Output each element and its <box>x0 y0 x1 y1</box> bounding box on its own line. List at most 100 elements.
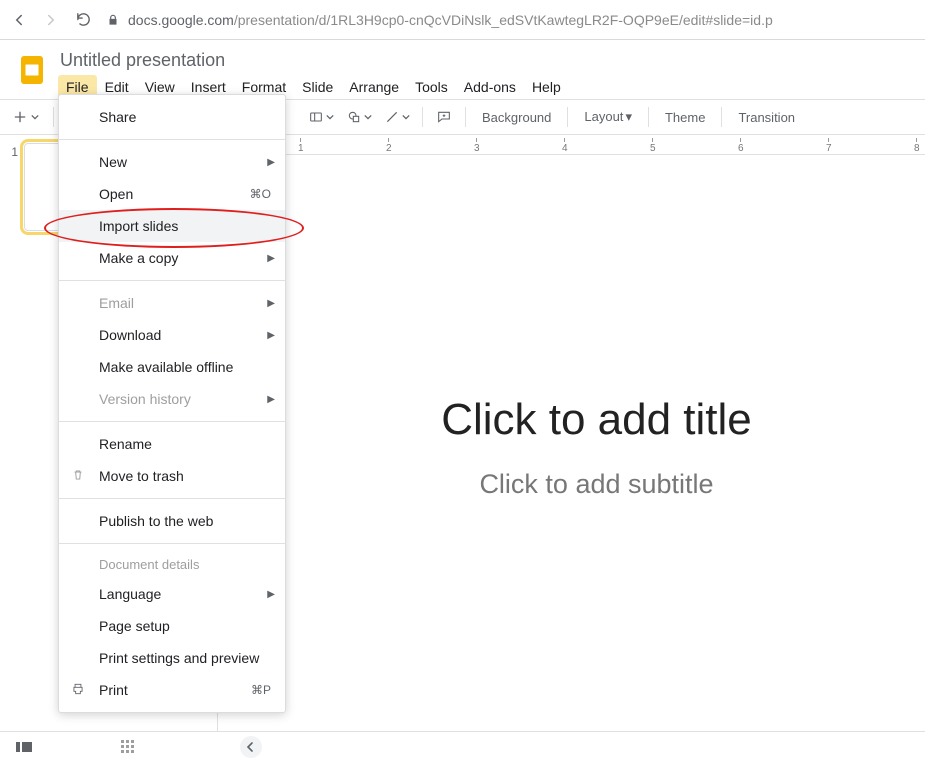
ruler-tick: 4 <box>562 138 568 154</box>
menu-label: Make a copy <box>99 250 178 266</box>
menu-print[interactable]: Print ⌘P <box>59 674 285 706</box>
layout-button[interactable]: Layout▾ <box>576 109 640 125</box>
collapse-panel-button[interactable] <box>240 736 262 758</box>
zoom-fit-button[interactable] <box>304 104 338 130</box>
toolbar-separator <box>721 107 722 127</box>
menu-trash[interactable]: Move to trash <box>59 460 285 492</box>
thumbnail-index: 1 <box>8 143 18 231</box>
comment-button[interactable] <box>431 104 457 130</box>
menu-version-history: Version history ▶ <box>59 383 285 415</box>
menu-addons[interactable]: Add-ons <box>456 75 524 99</box>
menu-label: Version history <box>99 391 191 407</box>
reload-icon[interactable] <box>74 11 92 29</box>
ruler-tick: 8 <box>914 138 920 154</box>
menu-label: Make available offline <box>99 359 233 375</box>
slides-logo-icon[interactable] <box>14 52 50 88</box>
menu-label: Rename <box>99 436 152 452</box>
slide-editor[interactable]: Click to add title Click to add subtitle <box>278 395 915 500</box>
browser-chrome: docs.google.com/presentation/d/1RL3H9cp0… <box>0 0 925 40</box>
toolbar-separator <box>53 107 54 127</box>
print-icon <box>71 682 85 699</box>
slide-canvas[interactable]: 1 2 3 4 5 6 7 8 Click to add title Click… <box>218 135 925 731</box>
ruler-tick: 3 <box>474 138 480 154</box>
submenu-arrow-icon: ▶ <box>267 589 275 600</box>
back-icon[interactable] <box>10 11 28 29</box>
submenu-arrow-icon: ▶ <box>267 394 275 405</box>
toolbar-separator <box>567 107 568 127</box>
menu-label: Print <box>99 682 128 698</box>
shape-button[interactable] <box>342 104 376 130</box>
menu-share[interactable]: Share <box>59 101 285 133</box>
menu-label: Share <box>99 109 136 125</box>
ruler-tick: 2 <box>386 138 392 154</box>
url-host: docs.google.com <box>128 12 234 28</box>
forward-icon[interactable] <box>42 11 60 29</box>
url-path: /presentation/d/1RL3H9cp0-cnQcVDiNslk_ed… <box>234 12 773 28</box>
ruler-tick: 6 <box>738 138 744 154</box>
submenu-arrow-icon: ▶ <box>267 157 275 168</box>
theme-button[interactable]: Theme <box>657 110 713 125</box>
doc-title[interactable]: Untitled presentation <box>58 48 569 75</box>
horizontal-ruler: 1 2 3 4 5 6 7 8 <box>218 135 925 155</box>
menu-import-slides[interactable]: Import slides <box>59 210 285 242</box>
menu-shortcut: ⌘P <box>251 683 271 697</box>
url-text: docs.google.com/presentation/d/1RL3H9cp0… <box>128 12 773 28</box>
menu-label: Publish to the web <box>99 513 213 529</box>
menu-make-copy[interactable]: Make a copy ▶ <box>59 242 285 274</box>
menu-offline[interactable]: Make available offline <box>59 351 285 383</box>
menu-slide[interactable]: Slide <box>294 75 341 99</box>
menu-rename[interactable]: Rename <box>59 428 285 460</box>
menu-arrange[interactable]: Arrange <box>341 75 407 99</box>
menu-new[interactable]: New ▶ <box>59 146 285 178</box>
menu-separator <box>59 498 285 499</box>
submenu-arrow-icon: ▶ <box>267 298 275 309</box>
address-bar[interactable]: docs.google.com/presentation/d/1RL3H9cp0… <box>106 12 915 28</box>
transition-button[interactable]: Transition <box>730 110 803 125</box>
menu-label: Language <box>99 586 161 602</box>
lock-icon <box>106 13 120 27</box>
toolbar-separator <box>465 107 466 127</box>
menu-download[interactable]: Download ▶ <box>59 319 285 351</box>
ruler-tick: 7 <box>826 138 832 154</box>
menu-label: Move to trash <box>99 468 184 484</box>
menu-language[interactable]: Language ▶ <box>59 578 285 610</box>
ruler-tick: 5 <box>650 138 656 154</box>
menu-label: Page setup <box>99 618 170 634</box>
menu-label: New <box>99 154 127 170</box>
menu-label: Email <box>99 295 134 311</box>
title-placeholder[interactable]: Click to add title <box>441 395 752 445</box>
trash-icon <box>71 468 85 485</box>
menu-help[interactable]: Help <box>524 75 569 99</box>
menu-open[interactable]: Open ⌘O <box>59 178 285 210</box>
menu-separator <box>59 543 285 544</box>
submenu-arrow-icon: ▶ <box>267 330 275 341</box>
background-button[interactable]: Background <box>474 110 559 125</box>
new-slide-button[interactable] <box>8 104 43 130</box>
line-button[interactable] <box>380 104 414 130</box>
menu-separator <box>59 280 285 281</box>
toolbar-separator <box>648 107 649 127</box>
menu-label: Print settings and preview <box>99 650 259 666</box>
menu-section-header: Document details <box>59 550 285 578</box>
menu-publish[interactable]: Publish to the web <box>59 505 285 537</box>
ruler-tick: 1 <box>298 138 304 154</box>
grid-view-icon[interactable] <box>116 735 140 759</box>
menu-tools[interactable]: Tools <box>407 75 456 99</box>
menu-separator <box>59 421 285 422</box>
subtitle-placeholder[interactable]: Click to add subtitle <box>479 469 713 500</box>
menu-label: Open <box>99 186 133 202</box>
menu-page-setup[interactable]: Page setup <box>59 610 285 642</box>
toolbar-separator <box>422 107 423 127</box>
file-menu-dropdown: Share New ▶ Open ⌘O Import slides Make a c… <box>58 94 286 713</box>
filmstrip-view-icon[interactable] <box>12 735 36 759</box>
menu-shortcut: ⌘O <box>250 187 271 201</box>
menu-email: Email ▶ <box>59 287 285 319</box>
menu-print-settings[interactable]: Print settings and preview <box>59 642 285 674</box>
doc-header: Untitled presentation File Edit View Ins… <box>0 40 925 99</box>
menu-label: Download <box>99 327 161 343</box>
menu-separator <box>59 139 285 140</box>
bottom-bar <box>0 731 925 761</box>
menu-label: Import slides <box>99 218 178 234</box>
submenu-arrow-icon: ▶ <box>267 253 275 264</box>
layout-label: Layout <box>584 109 623 124</box>
